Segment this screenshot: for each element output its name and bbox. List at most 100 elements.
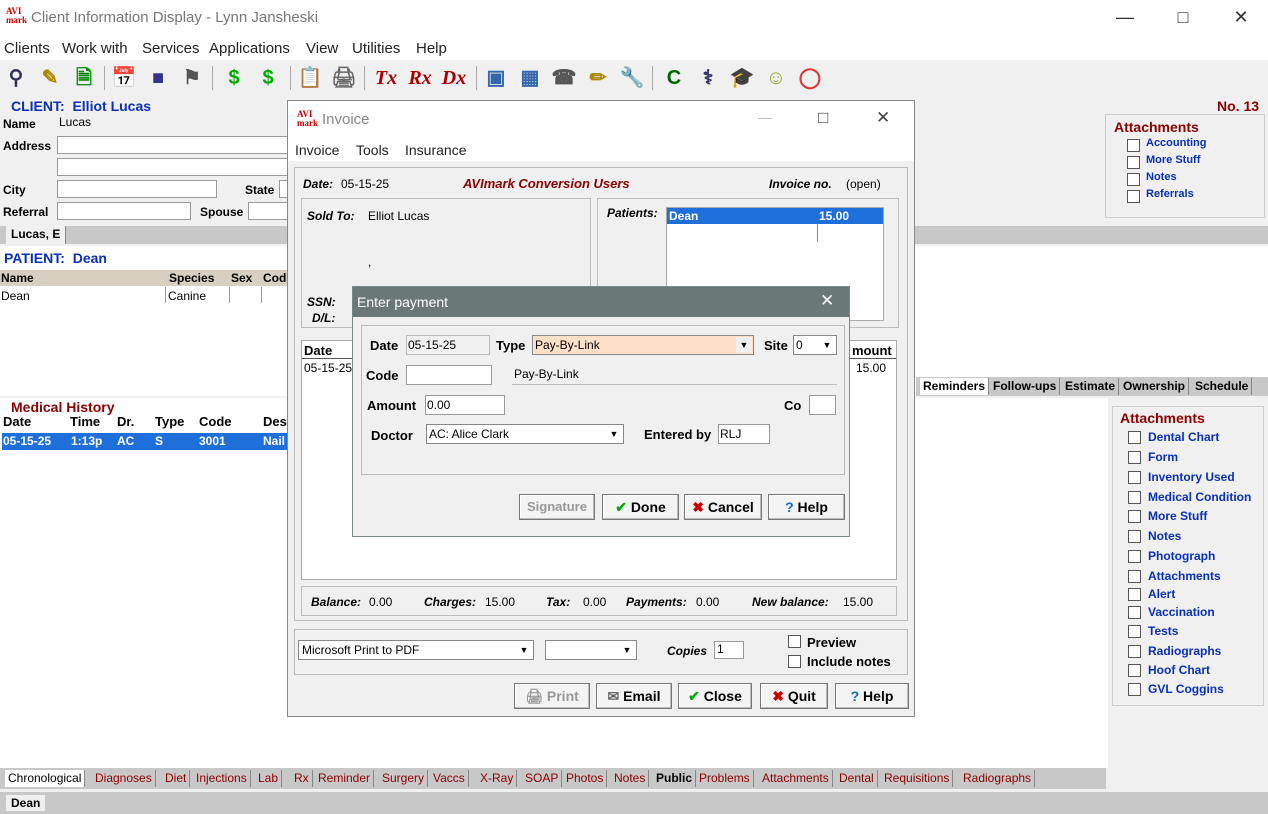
invoice-menu-insurance[interactable]: Insurance bbox=[405, 142, 466, 158]
tab-diagnoses[interactable]: Diagnoses bbox=[92, 770, 156, 787]
tab-reminder[interactable]: Reminder bbox=[315, 770, 375, 787]
item-amount[interactable]: 15.00 bbox=[856, 361, 886, 375]
quit-button[interactable]: ✖ Quit bbox=[760, 683, 828, 709]
tab-xray[interactable]: X-Ray bbox=[477, 770, 518, 787]
entered-by-field[interactable]: RLJ bbox=[718, 424, 770, 444]
notes-checkbox[interactable] bbox=[1127, 173, 1140, 186]
tab-ownership[interactable]: Ownership bbox=[1120, 378, 1190, 395]
cc-icon[interactable]: C bbox=[660, 64, 688, 92]
referrals-checkbox[interactable] bbox=[1127, 190, 1140, 203]
graduation-cap-icon[interactable]: 🎓 bbox=[728, 64, 756, 92]
patient-row-species[interactable]: Canine bbox=[168, 289, 206, 303]
boarding-icon[interactable]: ■ bbox=[144, 64, 172, 92]
menu-utilities[interactable]: Utilities bbox=[352, 40, 400, 57]
referral-field[interactable] bbox=[57, 202, 191, 220]
more-stuff-checkbox-2[interactable] bbox=[1128, 510, 1141, 523]
printer-select[interactable]: Microsoft Print to PDF ▼ bbox=[298, 640, 534, 660]
signature-button[interactable]: Signature bbox=[519, 494, 595, 520]
tab-public[interactable]: Public bbox=[653, 770, 697, 787]
tab-soap[interactable]: SOAP bbox=[522, 770, 563, 787]
medical-condition-checkbox[interactable] bbox=[1128, 491, 1141, 504]
email-button[interactable]: ✉ Email bbox=[596, 683, 672, 709]
tab-rx[interactable]: Rx bbox=[291, 770, 313, 787]
done-button[interactable]: ✔ Done bbox=[602, 494, 679, 520]
invoice-minimize-button[interactable]: — bbox=[758, 109, 772, 125]
spouse-field[interactable] bbox=[248, 202, 289, 220]
form-checkbox[interactable] bbox=[1128, 451, 1141, 464]
wrench-icon[interactable]: 🔧 bbox=[618, 64, 646, 92]
mh-row[interactable]: 05-15-25 1:13p AC S 3001 Nail bbox=[2, 433, 290, 450]
phone-icon[interactable]: ☎ bbox=[550, 64, 578, 92]
printer-icon[interactable]: 🖨 bbox=[330, 64, 358, 92]
calculator-icon[interactable]: ▦ bbox=[516, 64, 544, 92]
invoice-help-button[interactable]: ? Help bbox=[835, 683, 909, 709]
tab-reminders[interactable]: Reminders bbox=[920, 378, 990, 395]
site-select[interactable]: 0 ▼ bbox=[793, 335, 837, 355]
tab-lab[interactable]: Lab bbox=[255, 770, 283, 787]
include-notes-checkbox[interactable] bbox=[788, 655, 801, 668]
menu-help[interactable]: Help bbox=[416, 40, 447, 57]
notepad-icon[interactable]: ✏ bbox=[584, 64, 612, 92]
inventory-used-checkbox[interactable] bbox=[1128, 471, 1141, 484]
caduceus-icon[interactable]: ⚕ bbox=[694, 64, 722, 92]
calendar-icon[interactable]: 📅 bbox=[110, 64, 138, 92]
tab-attachments[interactable]: Attachments bbox=[759, 770, 833, 787]
payment-type-select[interactable]: Pay-By-Link ▼ bbox=[532, 335, 754, 355]
menu-clients[interactable]: Clients bbox=[4, 40, 50, 57]
tab-problems[interactable]: Problems bbox=[696, 770, 754, 787]
name-field[interactable]: Lucas bbox=[57, 115, 287, 133]
invoice-menu-invoice[interactable]: Invoice bbox=[295, 142, 339, 158]
tx-icon[interactable]: Tx bbox=[372, 64, 400, 92]
payment-close-button[interactable]: ✕ bbox=[820, 291, 834, 311]
tab-dental[interactable]: Dental bbox=[836, 770, 878, 787]
dollar-icon[interactable]: $ bbox=[220, 64, 248, 92]
client-tab[interactable]: Lucas, E bbox=[6, 226, 67, 244]
tab-notes[interactable]: Notes bbox=[611, 770, 650, 787]
patient-row-name[interactable]: Dean bbox=[1, 289, 30, 303]
attachments-checkbox[interactable] bbox=[1128, 570, 1141, 583]
more-stuff-checkbox[interactable] bbox=[1127, 156, 1140, 169]
browser-icon[interactable]: ▣ bbox=[482, 64, 510, 92]
vaccination-checkbox[interactable] bbox=[1128, 606, 1141, 619]
doctor-select[interactable]: AC: Alice Clark ▼ bbox=[426, 424, 624, 444]
tab-requisitions[interactable]: Requisitions bbox=[881, 770, 954, 787]
close-window-button[interactable]: ✕ bbox=[1212, 0, 1268, 36]
lifebuoy-icon[interactable]: ◯ bbox=[796, 64, 824, 92]
accounting-checkbox[interactable] bbox=[1127, 139, 1140, 152]
tab-radiographs[interactable]: Radiographs bbox=[960, 770, 1036, 787]
invoice-maximize-button[interactable]: □ bbox=[818, 108, 828, 128]
close-button[interactable]: ✔ Close bbox=[678, 683, 752, 709]
menu-applications[interactable]: Applications bbox=[209, 40, 290, 57]
tab-vaccs[interactable]: Vaccs bbox=[430, 770, 469, 787]
dental-chart-checkbox[interactable] bbox=[1128, 431, 1141, 444]
dx-icon[interactable]: Dx bbox=[440, 64, 468, 92]
address-field-1[interactable] bbox=[57, 136, 289, 154]
cancel-button[interactable]: ✖ Cancel bbox=[684, 494, 762, 520]
notes-checkbox-2[interactable] bbox=[1128, 530, 1141, 543]
smiley-icon[interactable]: ☺ bbox=[762, 64, 790, 92]
patients-list-row[interactable]: Dean 15.00 bbox=[667, 208, 883, 224]
alert-checkbox[interactable] bbox=[1128, 588, 1141, 601]
photograph-checkbox[interactable] bbox=[1128, 550, 1141, 563]
co-field[interactable] bbox=[809, 395, 836, 415]
tab-photos[interactable]: Photos bbox=[563, 770, 608, 787]
edit-note-icon[interactable]: ✎ bbox=[36, 64, 64, 92]
rx-icon[interactable]: Rx bbox=[406, 64, 434, 92]
preview-checkbox[interactable] bbox=[788, 635, 801, 648]
print-button[interactable]: 🖨 Print bbox=[514, 683, 590, 709]
payment-date-field[interactable]: 05-15-25 bbox=[406, 335, 490, 355]
tab-chronological[interactable]: Chronological bbox=[5, 770, 86, 787]
menu-work-with[interactable]: Work with bbox=[62, 40, 128, 57]
tab-surgery[interactable]: Surgery bbox=[379, 770, 429, 787]
tab-estimate[interactable]: Estimate bbox=[1062, 378, 1120, 395]
menu-view[interactable]: View bbox=[306, 40, 338, 57]
invoice-menu-tools[interactable]: Tools bbox=[356, 142, 389, 158]
invoice-close-button[interactable]: ✕ bbox=[876, 108, 890, 128]
item-date[interactable]: 05-15-25 bbox=[304, 361, 352, 375]
tab-follow-ups[interactable]: Follow-ups bbox=[990, 378, 1061, 395]
gvl-coggins-checkbox[interactable] bbox=[1128, 683, 1141, 696]
hoof-chart-checkbox[interactable] bbox=[1128, 664, 1141, 677]
tab-injections[interactable]: Injections bbox=[193, 770, 251, 787]
search-icon[interactable]: ⚲ bbox=[2, 64, 30, 92]
amount-field[interactable]: 0.00 bbox=[425, 395, 505, 415]
